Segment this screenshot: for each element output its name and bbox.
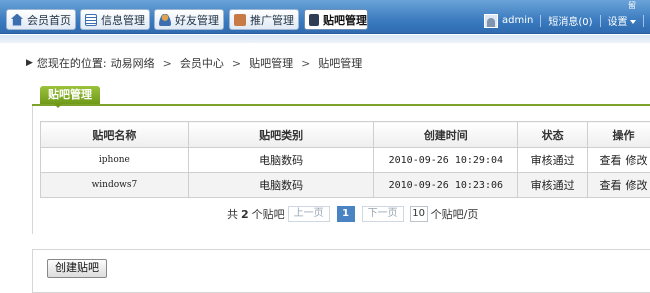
- breadcrumb-arrow-icon: ▶: [26, 58, 33, 68]
- create-forum-button[interactable]: 创建贴吧: [47, 259, 107, 278]
- page-size-input[interactable]: 10: [409, 206, 428, 222]
- nav-tab-label: 贴吧管理: [323, 13, 367, 27]
- forum-created-time: 2010-09-26 10:23:06: [373, 172, 519, 198]
- edit-link[interactable]: 修改: [626, 154, 648, 167]
- nav-tab-label: 信息管理: [101, 13, 145, 27]
- action-bar: [32, 249, 650, 293]
- home-icon: [11, 13, 23, 26]
- sub-header-strip: [0, 35, 650, 43]
- table-row: windows7 电脑数码 2010-09-26 10:23:06 审核通过 查…: [40, 172, 650, 198]
- nav-tab-forum-management[interactable]: 贴吧管理: [304, 9, 368, 30]
- column-header-status: 状态: [517, 121, 589, 148]
- pager-total-unit: 个贴吧: [251, 208, 285, 221]
- settings-menu[interactable]: 设置: [608, 13, 636, 28]
- pager-total-count: 2: [241, 207, 249, 221]
- view-link[interactable]: 查看: [600, 179, 622, 192]
- promotion-icon: [234, 13, 246, 26]
- pager-total-prefix: 共: [227, 208, 238, 221]
- breadcrumb-prefix: 您现在的位置:: [36, 57, 107, 70]
- table-header-row: 贴吧名称 贴吧类别 创建时间 状态 操作: [40, 121, 650, 148]
- settings-label: 设置: [607, 17, 628, 28]
- breadcrumb-item-site[interactable]: 动易网络: [111, 55, 155, 71]
- forum-category: 电脑数码: [187, 147, 375, 173]
- nav-tab-info-management[interactable]: 信息管理: [80, 9, 150, 30]
- user-area: admin 短消息(0) 设置 退: [484, 13, 650, 28]
- top-nav-bar: 会员首页 信息管理 好友管理 推广管理 贴吧管理 admin 短消息(0) 设置…: [0, 0, 650, 34]
- status-badge: 审核通过: [517, 147, 589, 173]
- edit-link[interactable]: 修改: [626, 179, 648, 192]
- forum-icon: [309, 13, 319, 26]
- avatar: [484, 13, 498, 28]
- username-link[interactable]: admin: [502, 15, 533, 26]
- view-link[interactable]: 查看: [600, 154, 622, 167]
- nav-tab-friends-management[interactable]: 好友管理: [154, 9, 224, 30]
- friends-icon: [159, 13, 171, 26]
- breadcrumb-separator-icon: >: [301, 56, 311, 70]
- panel-title-tab: 贴吧管理: [40, 86, 100, 108]
- panel-accent-line: [32, 104, 650, 106]
- breadcrumb: ▶ 您现在的位置: 动易网络 > 会员中心 > 贴吧管理 > 贴吧管理: [26, 55, 362, 71]
- nav-tab-label: 会员首页: [27, 13, 71, 27]
- row-actions: 查看 修改: [587, 147, 650, 173]
- nav-tab-label: 好友管理: [175, 13, 219, 27]
- breadcrumb-separator-icon: >: [162, 56, 172, 70]
- prev-page-button[interactable]: 上一页: [287, 206, 330, 222]
- row-actions: 查看 修改: [587, 172, 650, 198]
- forum-name: windows7: [40, 172, 189, 198]
- messages-link[interactable]: 短消息(0): [548, 13, 592, 28]
- column-header-created: 创建时间: [373, 121, 519, 148]
- nav-tab-member-home[interactable]: 会员首页: [6, 9, 76, 30]
- corner-label: 留: [628, 1, 636, 10]
- document-icon: [85, 13, 97, 26]
- forum-name: iphone: [40, 147, 189, 173]
- table-row: iphone 电脑数码 2010-09-26 10:29:04 审核通过 查看修…: [40, 147, 650, 173]
- divider: [540, 14, 542, 27]
- page-size-unit: 个贴吧/页: [430, 208, 479, 221]
- forum-table: 贴吧名称 贴吧类别 创建时间 状态 操作 iphone 电脑数码 2010-09…: [40, 121, 650, 198]
- pagination: 共 2 个贴吧 上一页 1 下一页 10 个贴吧/页: [227, 206, 478, 222]
- forum-created-time: 2010-09-26 10:29:04: [373, 147, 519, 173]
- chevron-down-icon: [629, 20, 636, 24]
- column-header-actions: 操作: [587, 121, 650, 148]
- breadcrumb-item-member-center[interactable]: 会员中心: [180, 55, 224, 71]
- next-page-button[interactable]: 下一页: [361, 206, 404, 222]
- forum-category: 电脑数码: [187, 172, 375, 198]
- column-header-category: 贴吧类别: [187, 121, 375, 148]
- breadcrumb-separator-icon: >: [231, 56, 242, 70]
- nav-tab-promotion-management[interactable]: 推广管理: [229, 9, 299, 30]
- current-page-button[interactable]: 1: [336, 206, 355, 222]
- breadcrumb-item-forum-management[interactable]: 贴吧管理: [249, 55, 293, 71]
- divider: [599, 14, 601, 27]
- divider: [642, 14, 644, 27]
- column-header-name: 贴吧名称: [40, 121, 189, 148]
- status-badge: 审核通过: [517, 172, 589, 198]
- breadcrumb-item-current: 贴吧管理: [318, 57, 363, 70]
- nav-tab-label: 推广管理: [250, 13, 294, 27]
